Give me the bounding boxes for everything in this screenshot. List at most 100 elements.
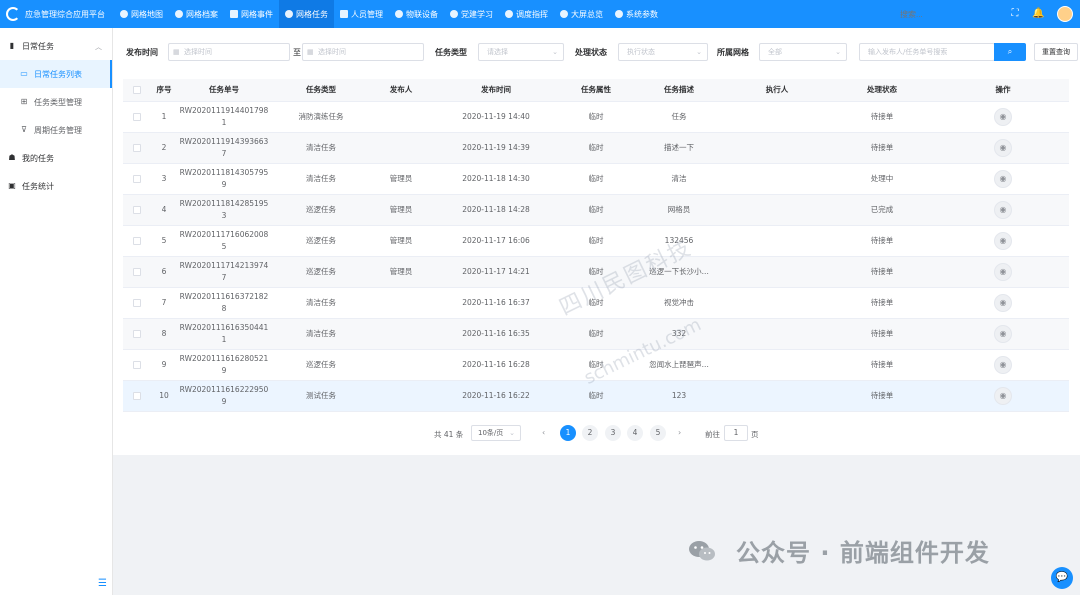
nav-item[interactable]: 网格地图	[114, 0, 169, 28]
task-type-select[interactable]: 请选择 ⌄	[478, 43, 564, 61]
global-search-input[interactable]	[900, 7, 1000, 21]
sidebar-item-daily-tasks[interactable]: ▮ 日常任务 ︿	[0, 32, 112, 60]
row-checkbox[interactable]	[133, 175, 141, 183]
cell-status: 待接单	[827, 132, 937, 164]
nav-item[interactable]: 调度指挥	[499, 0, 554, 28]
search-button[interactable]: ⌕	[994, 43, 1026, 61]
cell-time: 2020-11-18 14:30	[431, 163, 561, 195]
nav-item[interactable]: 党建学习	[444, 0, 499, 28]
nav-item[interactable]: 网格任务	[279, 0, 334, 28]
collapse-menu-icon[interactable]: ☰	[98, 578, 107, 589]
row-checkbox[interactable]	[133, 361, 141, 369]
sidebar-item-my-tasks[interactable]: ☗ 我的任务	[0, 144, 112, 172]
filter-bar: 发布时间 ▦ 选择时间 至 ▦ 选择时间 任务类型 请选择 ⌄ 处理状态 执行状…	[113, 41, 1080, 63]
table-row[interactable]: 8 RW20201116163504411 清洁任务 2020-11-16 16:35…	[123, 318, 1069, 350]
task-code: RW20201119144017981	[179, 105, 269, 127]
cell-publisher	[371, 318, 431, 350]
table-row[interactable]: 3 RW20201118143057959 清洁任务 管理员 2020-11-18 14…	[123, 163, 1069, 195]
start-date-input[interactable]: ▦ 选择时间	[168, 43, 290, 61]
page-number[interactable]: 3	[605, 425, 621, 441]
row-checkbox[interactable]	[133, 144, 141, 152]
nav-item[interactable]: 物联设备	[389, 0, 444, 28]
sidebar-item-task-statistics[interactable]: ▣ 任务统计	[0, 172, 112, 200]
cell-time: 2020-11-16 16:37	[431, 287, 561, 319]
page-number[interactable]: 2	[582, 425, 598, 441]
row-checkbox[interactable]	[133, 330, 141, 338]
cell-desc: 任务	[631, 101, 727, 133]
sidebar-item-daily-task-list[interactable]: ▭ 日常任务列表	[0, 60, 112, 88]
select-all-checkbox[interactable]	[133, 86, 141, 95]
row-checkbox[interactable]	[133, 113, 141, 121]
sidebar: ▮ 日常任务 ︿ ▭ 日常任务列表 ⊞ 任务类型管理 ⊽ 周期任务管理 ☗ 我的…	[0, 28, 113, 595]
keyword-search-input[interactable]: 输入发布人/任务单号搜索	[859, 43, 995, 61]
cell-time: 2020-11-16 16:28	[431, 349, 561, 381]
end-date-input[interactable]: ▦ 选择时间	[302, 43, 424, 61]
row-checkbox[interactable]	[133, 299, 141, 307]
task-code: RW20201117160620085	[179, 229, 269, 251]
nav-item-label: 网格任务	[296, 9, 328, 19]
row-checkbox[interactable]	[133, 392, 141, 400]
task-icon	[285, 10, 293, 18]
page-size-select[interactable]: 10条/页 ⌄	[471, 425, 521, 441]
table-row[interactable]: 4 RW20201118142851953 巡逻任务 管理员 2020-11-18 14…	[123, 194, 1069, 226]
view-eye-icon[interactable]: ◉	[994, 169, 1012, 188]
page-number[interactable]: 4	[627, 425, 643, 441]
globe-icon	[120, 10, 128, 18]
bell-icon[interactable]: 🔔	[1032, 8, 1044, 20]
checkbox-cell	[123, 256, 151, 288]
checkbox-cell	[123, 349, 151, 381]
task-code: RW20201116163504411	[179, 322, 269, 344]
sidebar-item-periodic-task-management[interactable]: ⊽ 周期任务管理	[0, 116, 112, 144]
view-eye-icon[interactable]: ◉	[994, 293, 1012, 312]
avatar[interactable]	[1057, 6, 1073, 22]
keyword-placeholder: 输入发布人/任务单号搜索	[868, 48, 948, 56]
view-eye-icon[interactable]: ◉	[994, 200, 1012, 219]
view-eye-icon[interactable]: ◉	[994, 324, 1012, 343]
checkbox-cell	[123, 101, 151, 133]
fullscreen-icon[interactable]: ⛶	[1009, 8, 1021, 20]
status-select[interactable]: 执行状态 ⌄	[618, 43, 708, 61]
calendar-icon: ▦	[173, 48, 180, 56]
row-checkbox[interactable]	[133, 206, 141, 214]
nav-item[interactable]: 网格档案	[169, 0, 224, 28]
view-eye-icon[interactable]: ◉	[994, 107, 1012, 126]
pagination: 共 41 条 10条/页 ⌄ ‹ 1 2 3 4 5 › 前往 1 页	[113, 424, 1080, 442]
task-list-panel: 发布时间 ▦ 选择时间 至 ▦ 选择时间 任务类型 请选择 ⌄ 处理状态 执行状…	[113, 28, 1080, 455]
nav-item-label: 党建学习	[461, 9, 493, 19]
next-page-icon[interactable]: ›	[678, 428, 681, 437]
view-eye-icon[interactable]: ◉	[994, 355, 1012, 374]
reset-button[interactable]: 重置查询	[1034, 43, 1078, 61]
nav-item-label: 物联设备	[406, 9, 438, 19]
chat-float-button[interactable]: 💬	[1051, 567, 1073, 589]
grid-select[interactable]: 全部 ⌄	[759, 43, 847, 61]
sidebar-item-task-type-management[interactable]: ⊞ 任务类型管理	[0, 88, 112, 116]
cell-no: 8	[151, 318, 177, 350]
nav-item[interactable]: 人员管理	[334, 0, 389, 28]
goto-page-input[interactable]: 1	[724, 425, 748, 441]
brand[interactable]: 应急管理综合应用平台	[0, 0, 114, 28]
total-count: 共 41 条	[434, 430, 464, 439]
nav-item[interactable]: 系统参数	[609, 0, 664, 28]
task-code: RW20201118142851953	[179, 198, 269, 220]
table-row[interactable]: 2 RW20201119143936637 清洁任务 2020-11-19 14:39…	[123, 132, 1069, 164]
row-checkbox[interactable]	[133, 237, 141, 245]
prev-page-icon[interactable]: ‹	[542, 428, 545, 437]
cell-code: RW20201116163504411	[177, 318, 271, 350]
view-eye-icon[interactable]: ◉	[994, 231, 1012, 250]
cell-publisher: 管理员	[371, 163, 431, 195]
view-eye-icon[interactable]: ◉	[994, 386, 1012, 405]
nav-item[interactable]: 网格事件	[224, 0, 279, 28]
task-type-label: 任务类型	[435, 48, 467, 57]
page-number[interactable]: 5	[650, 425, 666, 441]
page-number[interactable]: 1	[560, 425, 576, 441]
cell-executor	[727, 194, 827, 226]
row-checkbox[interactable]	[133, 268, 141, 276]
table-row[interactable]: 5 RW20201117160620085 巡逻任务 管理员 2020-11-17 16…	[123, 225, 1069, 257]
view-eye-icon[interactable]: ◉	[994, 262, 1012, 281]
view-eye-icon[interactable]: ◉	[994, 138, 1012, 157]
column-header: 序号	[151, 79, 177, 102]
nav-item[interactable]: 大屏总览	[554, 0, 609, 28]
archive-icon	[175, 10, 183, 18]
sidebar-item-label: 我的任务	[22, 153, 54, 163]
table-row[interactable]: 1 RW20201119144017981 消防演练任务 2020-11-19 14:…	[123, 101, 1069, 133]
